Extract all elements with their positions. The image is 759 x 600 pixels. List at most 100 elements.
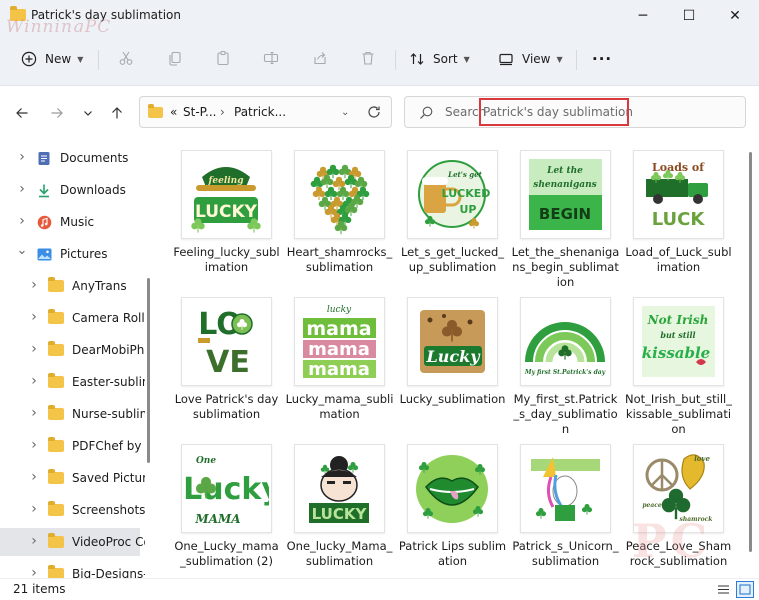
sidebar-item[interactable]: › Documents xyxy=(0,144,140,172)
refresh-button[interactable] xyxy=(365,103,383,121)
minimize-button[interactable]: ─ xyxy=(620,0,666,32)
sidebar-item[interactable]: › Camera Roll xyxy=(0,304,145,332)
folder-icon xyxy=(47,277,65,294)
thumbnail-art-text: Let the xyxy=(546,166,583,176)
chevron-right-icon[interactable]: › xyxy=(28,309,40,325)
image-thumbnail xyxy=(520,444,611,533)
file-tile[interactable]: Patrick Lips sublimation xyxy=(396,432,509,577)
content-scrollbar-thumb[interactable] xyxy=(749,152,752,552)
chevron-down-icon: ▼ xyxy=(463,54,470,64)
share-icon[interactable] xyxy=(310,48,330,68)
thumbnail-art-text: One xyxy=(196,456,216,466)
sort-label: Sort xyxy=(433,52,458,66)
sidebar-scrollbar-thumb[interactable] xyxy=(147,278,150,463)
documents-icon xyxy=(35,150,53,166)
breadcrumb-overflow[interactable]: « xyxy=(170,105,177,119)
recent-locations-button[interactable] xyxy=(77,102,99,124)
chevron-right-icon[interactable]: › xyxy=(28,533,40,549)
file-name: Patrick_s_Unicorn_sublimation xyxy=(512,539,619,568)
sidebar-item-label: Screenshots xyxy=(72,503,145,517)
view-button[interactable]: View ▼ xyxy=(497,46,563,72)
sidebar-item[interactable]: › Downloads xyxy=(0,176,140,204)
close-button[interactable]: ✕ xyxy=(712,0,758,32)
file-tile[interactable]: Let the shenanigans BEGIN Let_the_shenani… xyxy=(509,138,622,289)
sidebar-item[interactable]: › PDFChef by M xyxy=(0,432,145,460)
chevron-right-icon[interactable]: › xyxy=(28,373,40,389)
close-icon: ✕ xyxy=(729,8,741,24)
more-icon: ··· xyxy=(592,50,613,68)
details-view-button[interactable] xyxy=(714,581,732,598)
chevron-right-icon[interactable]: › xyxy=(28,565,40,578)
file-name: One_lucky_Mama_sublimation xyxy=(286,539,393,568)
address-bar[interactable]: « St-P... › Patrick... ⌄ xyxy=(139,96,392,128)
chevron-down-icon: ▼ xyxy=(77,54,84,64)
breadcrumb-item[interactable]: St-P... xyxy=(183,105,216,119)
sidebar-item[interactable]: › VideoProc Co xyxy=(0,528,145,556)
search-box[interactable]: Search Patrick's day sublimation xyxy=(404,96,746,128)
file-tile[interactable]: Let's get LUCKED UP Let_s_get_lucked_up_su… xyxy=(396,138,509,283)
thumbnail-art-text: Loads of xyxy=(652,161,705,174)
chevron-right-icon[interactable]: › xyxy=(28,405,40,421)
file-tile[interactable]: One Lucky MAMA One_Lucky_mama_sublimation… xyxy=(170,432,283,577)
arrow-up-icon xyxy=(112,107,122,119)
up-button[interactable] xyxy=(106,102,128,124)
file-tile[interactable]: LUCKY One_lucky_Mama_sublimation xyxy=(283,432,396,577)
large-icons-view-button[interactable] xyxy=(736,581,754,598)
chevron-right-icon[interactable]: › xyxy=(16,181,28,197)
chevron-right-icon[interactable]: › xyxy=(28,469,40,485)
plus-circle-icon xyxy=(20,50,38,68)
sort-button[interactable]: Sort ▼ xyxy=(408,46,470,72)
maximize-icon: ☐ xyxy=(682,8,696,24)
file-tile[interactable]: Loads of LUCK Load_of_Luck_sublimation xyxy=(622,138,735,283)
sidebar-item[interactable]: › Saved Picture xyxy=(0,464,145,492)
chevron-right-icon[interactable]: › xyxy=(28,501,40,517)
arrow-right-icon xyxy=(51,108,63,118)
sidebar-item[interactable]: ⌄ Pictures xyxy=(0,240,140,268)
thumbnail-art-text: My first St.Patrick's day xyxy=(524,369,606,376)
file-tile[interactable]: Not Irish but still kissable Not_Irish_b… xyxy=(622,285,735,436)
sidebar-item[interactable]: › Music xyxy=(0,208,140,236)
thumbnail-art-text: MAMA xyxy=(194,512,240,526)
file-tile[interactable]: feeling LUCKY Feeling_lucky_sublimation xyxy=(170,138,283,283)
chevron-down-icon[interactable]: ⌄ xyxy=(16,243,28,258)
paste-icon[interactable] xyxy=(213,48,233,68)
breadcrumb-item[interactable]: Patrick... xyxy=(234,105,286,119)
sidebar-item[interactable]: › Big-Designs-B xyxy=(0,560,145,578)
chevron-right-icon[interactable]: › xyxy=(16,149,28,165)
image-thumbnail: feeling LUCKY xyxy=(181,150,272,239)
file-tile[interactable]: Heart_shamrocks_sublimation xyxy=(283,138,396,283)
sidebar-item[interactable]: › Screenshots xyxy=(0,496,145,524)
chevron-right-icon[interactable]: › xyxy=(28,277,40,293)
rename-icon[interactable] xyxy=(261,48,281,68)
downloads-icon xyxy=(35,182,53,198)
chevron-right-icon[interactable]: › xyxy=(28,437,40,453)
lucky-hat-artwork: feeling LUCKY xyxy=(184,153,269,236)
cut-icon[interactable] xyxy=(116,48,136,68)
copy-icon[interactable] xyxy=(165,48,185,68)
chevron-right-icon[interactable]: › xyxy=(28,341,40,357)
file-tile[interactable]: LO VE Love Patrick's day sublimation xyxy=(170,285,283,430)
file-tile[interactable]: Lucky Lucky_sublimation xyxy=(396,285,509,430)
folder-icon xyxy=(47,565,65,578)
forward-button[interactable] xyxy=(46,102,68,124)
delete-icon[interactable] xyxy=(358,48,378,68)
toolbar-divider xyxy=(576,50,577,70)
file-tile[interactable]: Patrick_s_Unicorn_sublimation xyxy=(509,432,622,577)
thumbnail-art-text: UP xyxy=(460,203,477,216)
chevron-right-icon[interactable]: › xyxy=(16,213,28,229)
address-dropdown[interactable]: ⌄ xyxy=(341,107,349,118)
sidebar-item[interactable]: › AnyTrans xyxy=(0,272,140,300)
sidebar-item[interactable]: › Easter-sublim xyxy=(0,368,145,396)
minimize-icon: ─ xyxy=(638,8,648,24)
sidebar-item[interactable]: › Nurse-sublim xyxy=(0,400,145,428)
file-tile[interactable]: My first St.Patrick's day My_first_st.Pat… xyxy=(509,285,622,436)
new-button[interactable]: New ▼ xyxy=(20,46,83,72)
back-button[interactable] xyxy=(11,102,33,124)
more-options-button[interactable]: ··· xyxy=(592,46,612,72)
thumbnail-art-text: LUCK xyxy=(652,209,706,230)
file-tile[interactable]: lucky mama mama mama Lucky_mama_sublimati… xyxy=(283,285,396,430)
sidebar-item[interactable]: › DearMobiPho xyxy=(0,336,145,364)
file-name: Patrick Lips sublimation xyxy=(398,539,507,568)
maximize-button[interactable]: ☐ xyxy=(666,0,712,32)
file-name: Heart_shamrocks_sublimation xyxy=(286,245,393,274)
